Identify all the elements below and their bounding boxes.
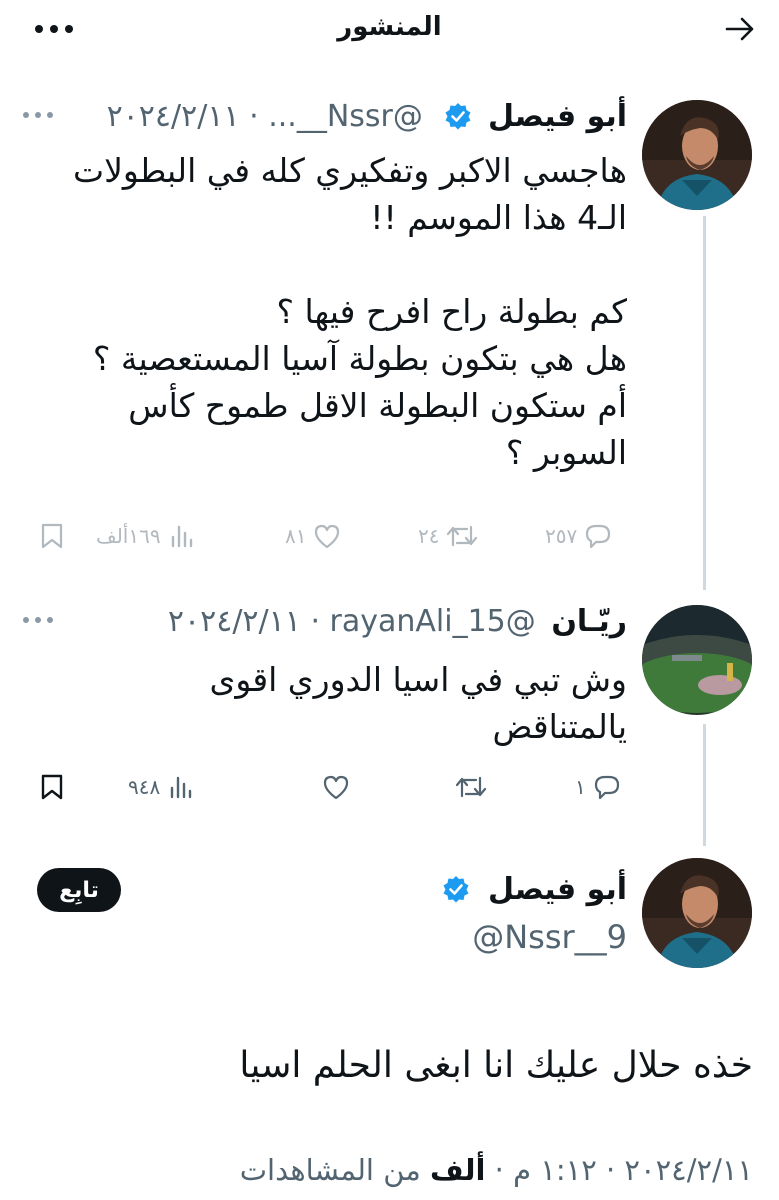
author-name[interactable]: ريّـان [551,604,627,639]
reply-icon [586,524,611,549]
meta-separator: · [605,1153,616,1187]
post-meta: ٢٠٢٤/٢/١١ · ١:١٢ م · ألف من المشاهدات [240,1150,753,1190]
reply-button[interactable]: ١ [575,767,622,807]
meta-separator: · [310,604,320,639]
avatar[interactable] [642,858,752,968]
views-button[interactable]: ١٦٩ألف [96,516,197,556]
bookmark-button[interactable] [38,767,66,807]
analytics-icon [171,525,192,548]
reply-icon [594,775,619,800]
repost-icon [447,525,478,547]
meta-separator: · [494,1153,504,1187]
post-time[interactable]: ١:١٢ م [513,1153,597,1187]
author-handle[interactable]: @rayanAli_15 [330,604,536,639]
post-date[interactable]: ٢٠٢٤/٢/١١ [168,604,301,639]
reply-button[interactable]: ٢٥٧ [545,516,613,556]
post-actions: ١ ٩٤٨ [0,767,779,807]
author-handle[interactable]: @Nssr__9 [472,917,627,957]
post-date[interactable]: ٢٠٢٤/٢/١١ [624,1153,753,1187]
post-date[interactable]: ٢٠٢٤/٢/١١ [107,99,240,134]
views-button[interactable]: ٩٤٨ [128,767,196,807]
views-label: من المشاهدات [239,1153,421,1187]
author-name[interactable]: أبو فيصل [488,872,627,907]
heart-icon [323,775,349,800]
like-button[interactable]: ٨١ [285,516,342,556]
follow-button[interactable]: تابِع [37,868,121,912]
avatar-image [642,605,752,715]
heart-icon [315,524,340,549]
post-meta: @rayanAli_15 · ٢٠٢٤/٢/١١ [168,604,536,639]
reply-count: ١ [575,775,586,799]
author-name-row: أبو فيصل [442,870,627,910]
views-count: ١٦٩ألف [96,524,161,548]
like-count: ٨١ [285,524,307,548]
bookmark-button[interactable] [38,516,66,556]
repost-button[interactable] [448,767,488,807]
post-meta: @Nssr__... · ٢٠٢٤/٢/١١ [107,99,423,134]
post-text: خذه حلال عليك انا ابغى الحلم اسيا [239,1045,753,1086]
top-bar: المنشور [0,0,779,66]
author-name[interactable]: أبو فيصل [488,99,627,134]
like-button[interactable] [315,767,351,807]
views-count: ألف [430,1153,486,1187]
avatar-image [642,858,752,968]
post-header: أبو فيصل @Nssr__... · ٢٠٢٤/٢/١١ [107,97,627,137]
avatar[interactable] [642,100,752,210]
page-title: المنشور [337,12,442,42]
bookmark-icon [41,774,63,800]
meta-separator: · [249,99,259,134]
post-actions: ٢٥٧ ٢٤ ٨١ ١٦٩ألف [0,516,779,556]
avatar-image [642,100,752,210]
post-header: ريّـان @rayanAli_15 · ٢٠٢٤/٢/١١ [168,602,627,642]
more-icon[interactable] [22,615,54,625]
repost-icon [455,776,487,798]
more-icon[interactable] [22,110,54,120]
views-count: ٩٤٨ [128,775,161,799]
repost-count: ٢٤ [418,524,440,548]
repost-button[interactable]: ٢٤ [418,516,479,556]
bookmark-icon [41,523,63,549]
more-horizontal-icon[interactable] [34,22,74,36]
analytics-icon [171,776,192,799]
avatar[interactable] [642,605,752,715]
arrow-right-icon[interactable] [723,12,757,46]
verified-badge-icon [445,103,471,130]
reply-count: ٢٥٧ [545,524,578,548]
verified-badge-icon [443,876,469,903]
author-handle[interactable]: @Nssr__... [268,99,423,134]
post-text: وش تبي في اسيا الدوري اقوى يالمتناقض [209,660,628,746]
post-text: هاجسي الاكبر وتفكيري كله في البطولات الـ… [73,151,627,472]
